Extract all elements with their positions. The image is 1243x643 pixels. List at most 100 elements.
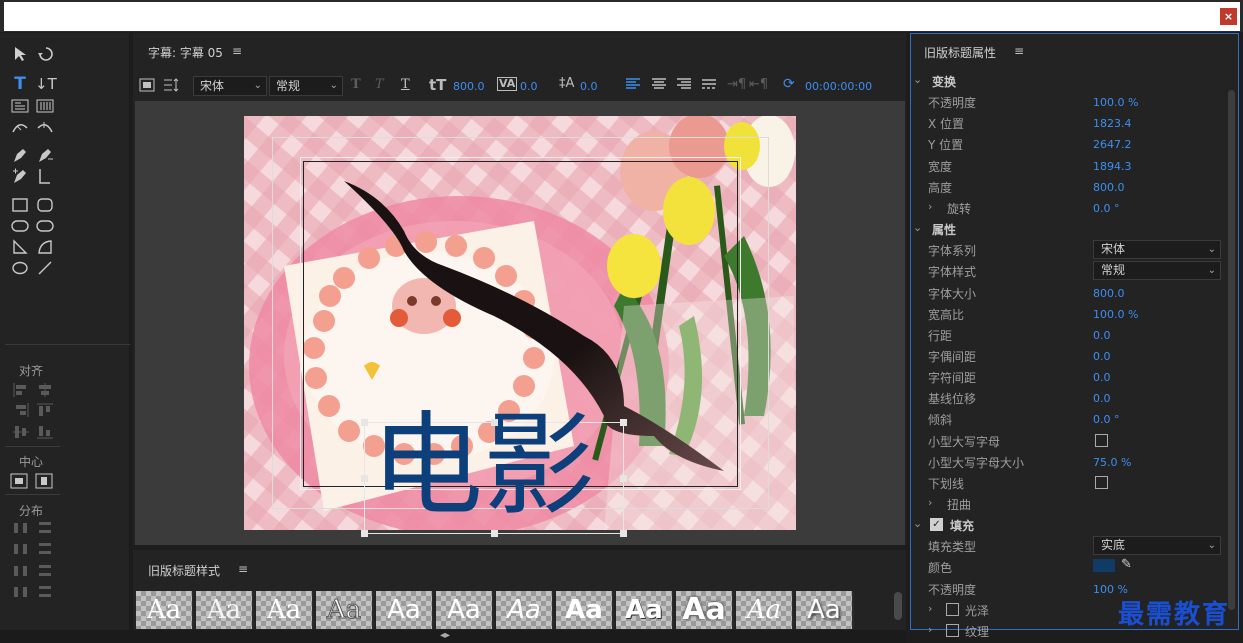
style-swatch[interactable]: Aa <box>316 591 374 629</box>
rounded-corner-rectangle-tool-icon[interactable] <box>35 217 55 235</box>
style-swatch[interactable]: Aa <box>616 591 674 629</box>
property-value[interactable]: 100.0 % <box>1093 308 1138 321</box>
property-row[interactable]: 基线位移 0.0 <box>913 388 1223 409</box>
panel-menu-icon[interactable]: ≡ <box>1014 44 1024 58</box>
property-value[interactable]: 800.0 <box>1093 287 1125 300</box>
align-text-left-icon[interactable] <box>625 77 641 95</box>
rounded-rectangle-tool-icon[interactable] <box>35 196 55 214</box>
property-value[interactable]: 0.0 <box>1093 329 1111 342</box>
path-type-tool-icon[interactable] <box>10 118 30 136</box>
property-row[interactable]: 字符间距 0.0 <box>913 367 1223 388</box>
leading-value[interactable]: 0.0 <box>580 80 598 93</box>
property-row[interactable]: 填充类型 实底 ⌄ <box>913 536 1223 557</box>
panel-menu-icon[interactable]: ≡ <box>232 44 242 58</box>
property-value[interactable]: 0.0 ° <box>1093 202 1120 215</box>
property-row[interactable]: ⌄ 属性 <box>913 219 1223 240</box>
property-value[interactable]: 0.0 ° <box>1093 413 1120 426</box>
resize-handle[interactable] <box>361 419 368 426</box>
eyedropper-icon[interactable]: ✎ <box>1121 557 1132 572</box>
chevron-right-icon[interactable]: › <box>928 623 932 636</box>
property-row[interactable]: 小型大写字母 <box>913 431 1223 452</box>
ellipse-tool-icon[interactable] <box>10 259 30 277</box>
clipped-rectangle-tool-icon[interactable] <box>10 217 30 235</box>
underline-icon[interactable]: T <box>401 77 410 92</box>
background-video-icon[interactable] <box>139 77 155 97</box>
area-type-tool-icon[interactable] <box>10 97 30 115</box>
property-row[interactable]: › 旋转 0.0 ° <box>913 198 1223 219</box>
property-dropdown[interactable]: 实底 ⌄ <box>1093 536 1221 555</box>
resize-handle[interactable] <box>491 530 498 537</box>
style-swatch[interactable]: Aa <box>196 591 254 629</box>
property-value[interactable]: 75.0 % <box>1093 456 1131 469</box>
property-row[interactable]: 行距 0.0 <box>913 325 1223 346</box>
vertical-path-type-tool-icon[interactable] <box>35 118 55 136</box>
center-horizontal-icon[interactable] <box>10 473 28 489</box>
properties-scrollbar[interactable] <box>1228 90 1235 610</box>
panel-menu-icon[interactable]: ≡ <box>238 562 248 576</box>
rectangle-tool-icon[interactable] <box>10 196 30 214</box>
property-value[interactable]: 1894.3 <box>1093 160 1132 173</box>
property-value[interactable]: 2647.2 <box>1093 138 1132 151</box>
add-anchor-tool-icon[interactable] <box>10 167 30 185</box>
property-row[interactable]: 倾斜 0.0 ° <box>913 409 1223 430</box>
pen-tool-icon[interactable] <box>10 146 30 164</box>
property-row[interactable]: 宽高比 100.0 % <box>913 304 1223 325</box>
style-swatch[interactable]: Aa <box>136 591 194 629</box>
property-row[interactable]: 不透明度 100.0 % <box>913 92 1223 113</box>
style-swatch[interactable]: Aa <box>676 591 734 629</box>
font-family-select[interactable]: 宋体 ⌄ <box>193 76 267 96</box>
property-dropdown[interactable]: 常规 ⌄ <box>1093 261 1221 280</box>
tab-stops-icon[interactable] <box>163 77 181 97</box>
playhead-sync-icon[interactable]: ⟳ <box>783 76 795 92</box>
property-row[interactable]: ⌄ ✓ 填充 <box>913 515 1223 536</box>
property-row[interactable]: 颜色 ✎ <box>913 557 1223 578</box>
property-row[interactable]: 小型大写字母大小 75.0 % <box>913 452 1223 473</box>
timecode-value[interactable]: 00:00:00:00 <box>805 80 872 93</box>
styles-scrollbar[interactable] <box>894 592 902 620</box>
chevron-right-icon[interactable]: › <box>928 200 932 213</box>
kerning-value[interactable]: 0.0 <box>520 80 538 93</box>
property-row[interactable]: X 位置 1823.4 <box>913 113 1223 134</box>
property-row[interactable]: 字偶间距 0.0 <box>913 346 1223 367</box>
style-swatch[interactable]: Aa <box>376 591 434 629</box>
align-text-right-icon[interactable] <box>676 77 692 95</box>
property-value[interactable]: 1823.4 <box>1093 117 1132 130</box>
line-tool-icon[interactable] <box>35 259 55 277</box>
property-row[interactable]: 字体大小 800.0 <box>913 283 1223 304</box>
checkbox[interactable] <box>946 603 959 616</box>
property-row[interactable]: › 扭曲 <box>913 494 1223 515</box>
font-style-select[interactable]: 常规 ⌄ <box>269 76 343 96</box>
arc-tool-icon[interactable] <box>35 238 55 256</box>
checkbox[interactable] <box>1095 434 1108 447</box>
type-tool-icon[interactable]: T <box>10 75 30 93</box>
resize-handle[interactable] <box>620 419 627 426</box>
property-row[interactable]: 宽度 1894.3 <box>913 156 1223 177</box>
caption-text-box[interactable]: 电影 <box>361 401 627 537</box>
center-vertical-icon[interactable] <box>35 473 53 489</box>
rotate-tool-icon[interactable] <box>36 45 56 63</box>
property-row[interactable]: Y 位置 2647.2 <box>913 134 1223 155</box>
tab-stops-left-icon[interactable]: ⇥¶ <box>727 77 746 92</box>
property-row[interactable]: 字体系列 宋体 ⌄ <box>913 240 1223 261</box>
section-checkbox[interactable]: ✓ <box>930 518 943 531</box>
style-swatch[interactable]: Aa <box>436 591 494 629</box>
chevron-down-icon[interactable]: ⌄ <box>913 221 922 234</box>
property-value[interactable]: 100.0 % <box>1093 96 1138 109</box>
property-dropdown[interactable]: 宋体 ⌄ <box>1093 240 1221 259</box>
checkbox[interactable] <box>946 624 959 637</box>
resize-handle[interactable] <box>361 475 368 482</box>
property-value[interactable]: 0.0 <box>1093 350 1111 363</box>
resize-handle[interactable] <box>491 419 498 426</box>
style-swatch[interactable]: Aa <box>256 591 314 629</box>
chevron-down-icon[interactable]: ⌄ <box>913 73 922 86</box>
property-value[interactable]: 0.0 <box>1093 371 1111 384</box>
resize-handle[interactable] <box>620 475 627 482</box>
fill-color-swatch[interactable] <box>1093 559 1115 572</box>
italic-icon[interactable]: T <box>375 77 384 92</box>
caption-text[interactable]: 电影 <box>371 401 595 531</box>
bold-icon[interactable]: T <box>351 77 361 92</box>
delete-anchor-tool-icon[interactable] <box>35 146 55 164</box>
chevron-down-icon[interactable]: ⌄ <box>913 517 922 530</box>
word-wrap-icon[interactable] <box>701 77 717 95</box>
property-row[interactable]: 高度 800.0 <box>913 177 1223 198</box>
